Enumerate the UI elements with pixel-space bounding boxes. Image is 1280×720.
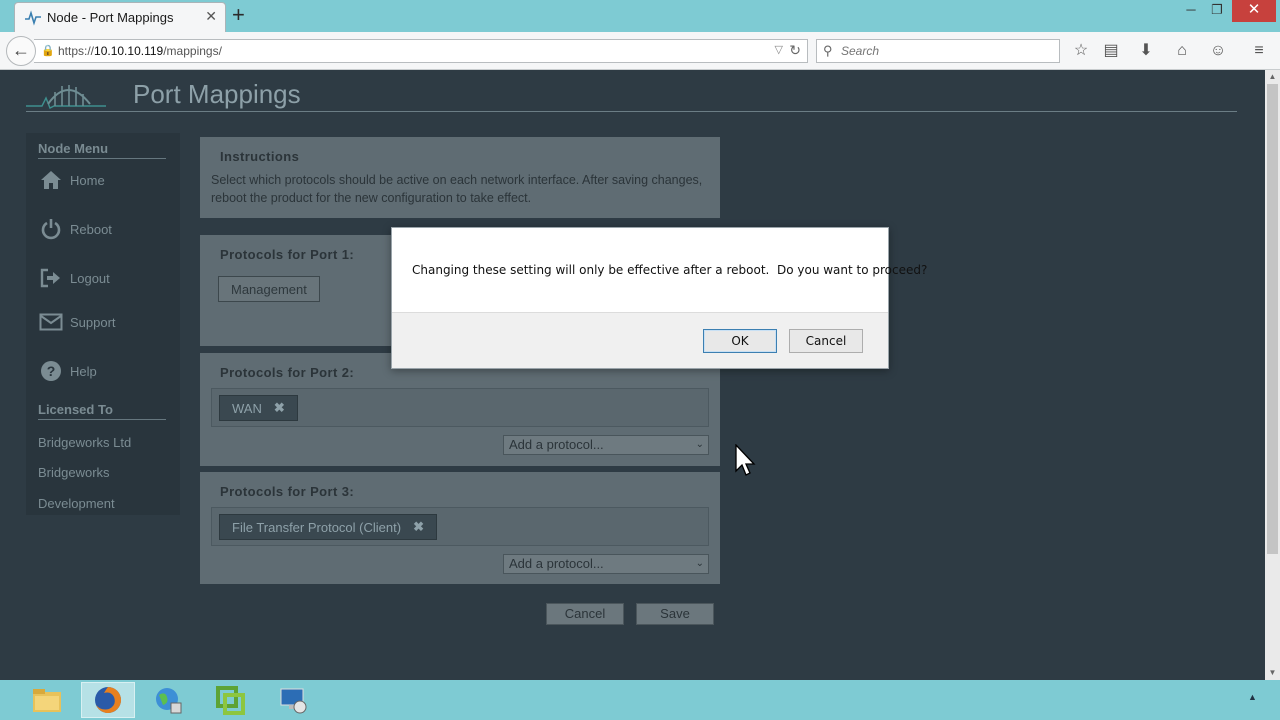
node-menu-sidebar: Node Menu Home Reboot Logout Support ? H… <box>26 133 180 515</box>
scroll-up-icon[interactable]: ▲ <box>1265 70 1280 84</box>
reload-icon[interactable]: ↻ <box>789 42 801 59</box>
sidebar-item-support[interactable]: Support <box>38 308 116 336</box>
minimize-button[interactable]: ─ <box>1180 0 1202 22</box>
url-scheme: https:// <box>58 44 95 58</box>
sidebar-item-label: Home <box>70 172 105 188</box>
sidebar-item-label: Support <box>70 314 116 330</box>
remove-protocol-icon[interactable]: ✖ <box>274 400 285 416</box>
url-dropdown-icon[interactable]: ▽ <box>775 43 783 56</box>
remote-desktop-icon[interactable] <box>266 682 320 718</box>
port-3-panel: Protocols for Port 3: File Transfer Prot… <box>200 472 720 584</box>
tray-expand-icon[interactable]: ▲ <box>1248 692 1257 702</box>
tab-title: Node - Port Mappings <box>47 10 174 25</box>
back-button[interactable]: ← <box>6 36 36 66</box>
mouse-cursor-icon <box>735 444 756 476</box>
search-input[interactable] <box>841 44 1051 58</box>
protocol-list[interactable]: WAN ✖ <box>211 388 709 427</box>
browser-tab[interactable]: Node - Port Mappings ✕ <box>14 2 226 32</box>
port-heading: Protocols for Port 1: <box>220 247 355 262</box>
cancel-button[interactable]: Cancel <box>546 603 624 625</box>
add-protocol-placeholder: Add a protocol... <box>509 556 604 571</box>
protocol-chip-label: File Transfer Protocol (Client) <box>232 519 402 535</box>
sidebar-item-label: Logout <box>70 270 110 286</box>
add-protocol-placeholder: Add a protocol... <box>509 437 604 452</box>
menu-icon[interactable]: ≡ <box>1249 41 1269 61</box>
new-tab-button[interactable]: + <box>232 3 245 27</box>
reading-list-icon[interactable]: ▤ <box>1101 41 1121 61</box>
add-protocol-select[interactable]: Add a protocol... ⌄ <box>503 554 709 574</box>
sidebar-item-label: Help <box>70 363 97 379</box>
envelope-icon <box>38 310 64 334</box>
header-divider <box>26 111 1237 112</box>
sidebar-item-reboot[interactable]: Reboot <box>38 215 112 243</box>
licensed-line: Development <box>38 496 115 511</box>
sidebar-item-logout[interactable]: Logout <box>38 264 110 292</box>
remove-protocol-icon[interactable]: ✖ <box>413 519 424 535</box>
pulse-icon <box>25 10 41 26</box>
instructions-panel: Instructions Select which protocols shou… <box>200 137 720 218</box>
dialog-message: Changing these setting will only be effe… <box>412 263 928 277</box>
url-path: /mappings/ <box>163 44 222 58</box>
add-protocol-select[interactable]: Add a protocol... ⌄ <box>503 435 709 455</box>
sidebar-item-label: Reboot <box>70 221 112 237</box>
close-window-button[interactable]: ✕ <box>1232 0 1276 22</box>
port-heading: Protocols for Port 2: <box>220 365 355 380</box>
maximize-button[interactable]: ❐ <box>1206 0 1228 22</box>
bridge-logo-icon <box>26 85 106 109</box>
protocol-chip: WAN ✖ <box>219 395 298 421</box>
chevron-down-icon: ⌄ <box>695 439 704 450</box>
dialog-cancel-button[interactable]: Cancel <box>789 329 863 353</box>
confirm-dialog: Changing these setting will only be effe… <box>391 227 927 369</box>
protocol-chip-label: WAN <box>232 400 262 416</box>
download-icon[interactable]: ⬇ <box>1136 41 1156 61</box>
licensed-line: Bridgeworks <box>38 465 110 480</box>
chevron-down-icon: ⌄ <box>695 558 704 569</box>
vsphere-icon[interactable] <box>203 682 257 718</box>
browser-title-bar: Node - Port Mappings ✕ + ─ ❐ ✕ <box>0 0 1280 32</box>
power-icon <box>38 217 64 241</box>
url-text[interactable]: https://10.10.10.119/mappings/ <box>58 44 222 58</box>
protocol-chip: File Transfer Protocol (Client) ✖ <box>219 514 437 540</box>
dialog-footer: OK Cancel <box>392 312 888 368</box>
node-menu-rule <box>38 158 166 159</box>
firefox-icon[interactable] <box>81 682 135 718</box>
logout-icon <box>38 266 64 290</box>
windows-taskbar <box>0 680 1280 720</box>
save-button[interactable]: Save <box>636 603 714 625</box>
sidebar-item-help[interactable]: ? Help <box>38 357 97 385</box>
protocol-chip-label: Management <box>231 281 307 297</box>
bookmark-star-icon[interactable]: ☆ <box>1071 41 1091 61</box>
url-host: 10.10.10.119 <box>94 44 164 58</box>
instructions-heading: Instructions <box>220 149 300 164</box>
protocol-chip: Management <box>218 276 320 302</box>
search-box[interactable]: ⚲ <box>816 39 1060 63</box>
licensed-line: Bridgeworks Ltd <box>38 435 132 450</box>
licensed-to-heading: Licensed To <box>38 402 113 417</box>
licensed-to-rule <box>38 419 166 420</box>
scroll-thumb[interactable] <box>1267 84 1278 554</box>
url-bar[interactable]: 🔒 https://10.10.10.119/mappings/ ▽ ↻ <box>34 39 808 63</box>
sidebar-item-home[interactable]: Home <box>38 166 105 194</box>
search-icon: ⚲ <box>823 43 833 58</box>
file-explorer-icon[interactable] <box>20 682 74 718</box>
home-icon <box>38 168 64 192</box>
page-scrollbar[interactable]: ▲ ▼ <box>1265 70 1280 680</box>
lock-icon: 🔒 <box>41 45 55 57</box>
home-browser-icon[interactable]: ⌂ <box>1172 41 1192 61</box>
protocol-list[interactable]: File Transfer Protocol (Client) ✖ <box>211 507 709 546</box>
scroll-down-icon[interactable]: ▼ <box>1265 666 1280 680</box>
page-title: Port Mappings <box>133 79 301 109</box>
port-heading: Protocols for Port 3: <box>220 484 355 499</box>
instructions-text: Select which protocols should be active … <box>211 173 703 205</box>
svg-text:?: ? <box>47 363 56 379</box>
help-icon: ? <box>38 359 64 383</box>
network-globe-icon[interactable] <box>142 682 196 718</box>
page-content: Port Mappings Node Menu Home Reboot Logo… <box>0 70 1265 680</box>
node-menu-heading: Node Menu <box>38 141 109 156</box>
port-2-panel: Protocols for Port 2: WAN ✖ Add a protoc… <box>200 353 720 466</box>
tab-close-icon[interactable]: ✕ <box>205 8 217 25</box>
chat-icon[interactable]: ☺ <box>1208 41 1228 61</box>
ok-button[interactable]: OK <box>703 329 777 353</box>
